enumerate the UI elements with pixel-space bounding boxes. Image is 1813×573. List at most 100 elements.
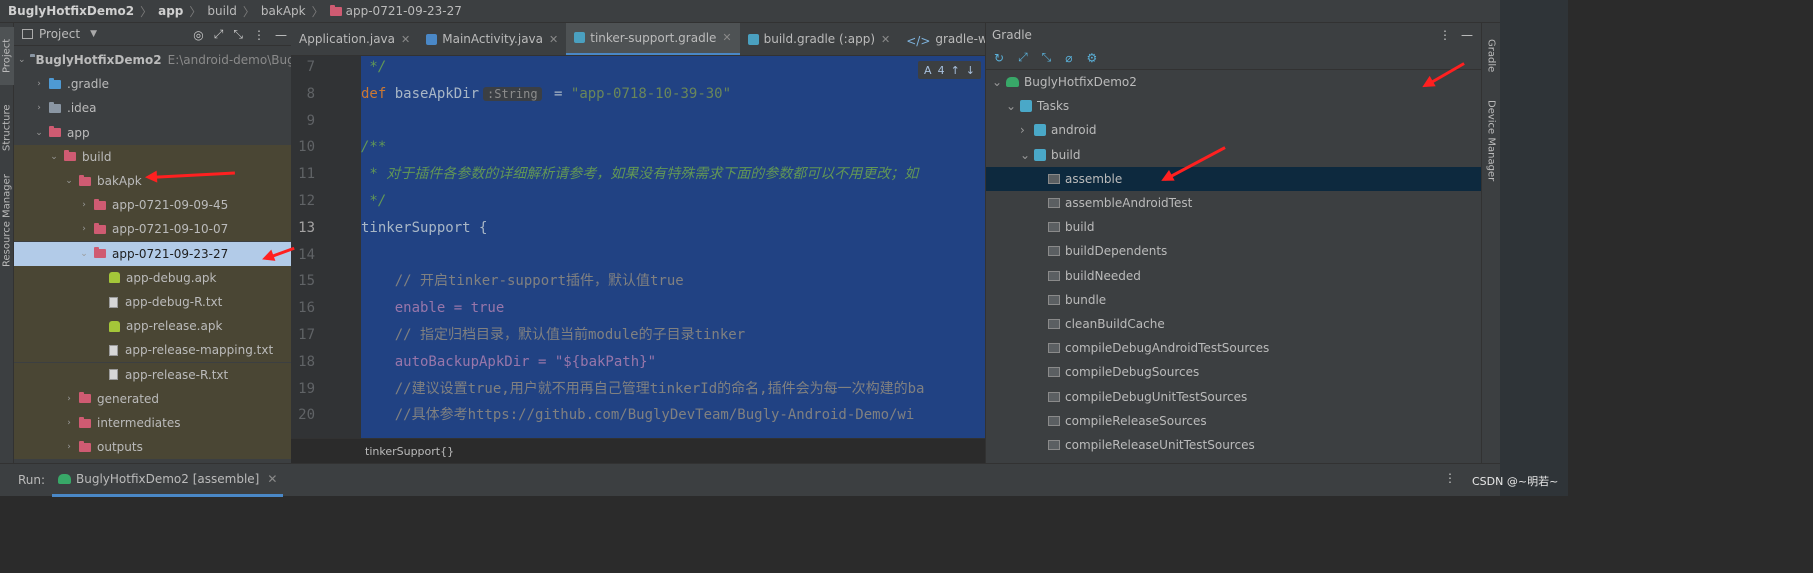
project-tree-row[interactable]: › outputs [14,435,291,460]
project-tree-row[interactable]: app-release.apk [14,314,291,339]
project-tree-row[interactable]: ⌄ app-0721-09-23-27 [14,241,291,266]
tree-item-label: .gradle [67,77,110,92]
gradle-node[interactable]: ⌄ BuglyHotfixDemo2 [986,70,1481,94]
chevron-down-icon[interactable]: ⌄ [18,55,26,65]
project-tree-row[interactable]: ⌄ app [14,121,291,145]
build-settings-icon[interactable]: ⚙ [1087,51,1098,65]
code-text: * 对于插件各参数的详细解析请参考，如果没有特殊需求下面的参数都可以不用更改；如 [361,166,919,183]
project-tree-row[interactable]: › app-0721-09-10-07 [14,217,291,242]
gradle-task[interactable]: buildNeeded [986,264,1481,288]
breadcrumb-build[interactable]: build [207,4,237,18]
code-text: enable = true [361,300,505,317]
close-icon[interactable]: ✕ [549,33,558,46]
chevron-down-icon[interactable]: ⌄ [48,152,60,162]
project-tree-row[interactable]: › .idea [14,96,291,120]
editor-tab[interactable]: </> gradle-wrapper.propertie [898,23,985,55]
reload-gradle-icon[interactable]: ↻ [994,51,1004,65]
project-tree-row[interactable]: app-debug-R.txt [14,290,291,314]
run-tab-label: BuglyHotfixDemo2 [assemble] [76,472,260,486]
chevron-down-icon[interactable]: ⌄ [1006,99,1018,113]
editor-tab[interactable]: MainActivity.java ✕ [418,23,566,55]
close-icon[interactable]: ✕ [881,33,890,46]
tool-tab-device-manager[interactable]: Device Manager [1484,93,1498,189]
gradle-task[interactable]: buildDependents [986,239,1481,263]
close-icon[interactable]: ✕ [722,31,731,44]
project-view-selector[interactable]: Project [39,27,80,41]
breadcrumb-bakapk[interactable]: bakApk [261,4,306,18]
chevron-down-icon[interactable]: ⌄ [78,249,90,259]
gradle-node[interactable]: ⌄ build [986,143,1481,167]
chevron-right-icon[interactable]: › [1020,123,1032,137]
offline-mode-icon[interactable]: ⌀ [1065,51,1072,65]
breadcrumb-separator: 〉 [189,4,202,19]
gradle-task[interactable]: compileReleaseUnitTestSources [986,433,1481,457]
code-area[interactable]: */ def baseApkDir:String = "app-0718-10-3… [361,56,985,438]
gradle-task[interactable]: compileDebugAndroidTestSources [986,336,1481,360]
gradle-task[interactable]: compileDebugUnitTestSources [986,385,1481,409]
gradle-task[interactable]: assemble [986,166,1481,191]
close-icon[interactable]: ✕ [267,472,277,486]
chevron-down-icon[interactable]: ⌄ [1020,148,1032,162]
gradle-node-label: compileDebugAndroidTestSources [1065,341,1270,356]
project-tree-row[interactable]: ⌄ BuglyHotfixDemo2 E:\android-demo\BuglyHo… [14,48,291,72]
chevron-right-icon[interactable]: › [78,200,90,210]
project-view-icon [22,29,33,39]
tool-tab-project[interactable]: Project [0,27,14,85]
chevron-down-icon[interactable]: ⌄ [63,176,75,186]
chevron-down-icon[interactable]: ⌄ [33,128,45,138]
tree-item-label: app-debug.apk [126,270,217,285]
collapse-all-icon[interactable]: ⤡ [233,27,243,42]
collapse-all-icon[interactable]: ⤡ [1042,50,1052,65]
editor-tab[interactable]: tinker-support.gradle ✕ [566,23,740,55]
more-options-icon[interactable]: ⋮ [1439,28,1451,42]
tool-tab-gradle[interactable]: Gradle [1484,31,1498,81]
editor-tab[interactable]: Application.java ✕ [291,23,418,55]
chevron-down-icon[interactable]: ▼ [90,29,97,39]
previous-highlight-icon[interactable]: ↑ [951,64,960,77]
project-tree-row[interactable]: app-release-R.txt [14,362,291,387]
inspection-widget[interactable]: A 4 ↑ ↓ [918,61,981,79]
chevron-right-icon[interactable]: › [63,394,75,404]
gradle-task[interactable]: bundle [986,288,1481,312]
next-highlight-icon[interactable]: ↓ [966,64,975,77]
project-tree-row[interactable]: › .gradle [14,72,291,96]
gradle-node[interactable]: ⌄ Tasks [986,94,1481,118]
expand-all-icon[interactable]: ⤢ [214,27,224,42]
gradle-task[interactable]: build [986,215,1481,239]
chevron-right-icon[interactable]: › [63,418,75,428]
gradle-task[interactable]: cleanBuildCache [986,312,1481,336]
locate-icon[interactable]: ◎ [193,28,203,42]
editor-tab[interactable]: build.gradle (:app) ✕ [740,23,899,55]
project-tree-row[interactable]: › generated [14,386,291,411]
chevron-right-icon[interactable]: › [33,79,45,89]
tool-tab-structure[interactable]: Structure [0,93,14,163]
project-tree-row[interactable]: › app-0721-09-09-45 [14,193,291,218]
minimize-icon[interactable]: — [1461,28,1473,42]
chevron-right-icon[interactable]: › [33,103,45,113]
gradle-node[interactable]: › android [986,118,1481,142]
expand-all-icon[interactable]: ⤢ [1018,50,1028,65]
chevron-right-icon[interactable]: › [78,224,90,234]
close-icon[interactable]: ✕ [401,33,410,46]
more-options-icon[interactable]: ⋮ [1444,471,1456,485]
code-line: * 对于插件各参数的详细解析请参考，如果没有特殊需求下面的参数都可以不用更改；如 [361,161,918,188]
project-tree-row[interactable]: › intermediates [14,411,291,435]
run-tab[interactable]: BuglyHotfixDemo2 [assemble] ✕ [52,464,284,497]
more-options-icon[interactable]: ⋮ [253,28,265,42]
breadcrumb-module[interactable]: app [158,4,183,18]
project-tree-row[interactable]: app-debug.apk [14,265,291,290]
chevron-right-icon[interactable]: › [63,442,75,452]
tool-tab-resource-manager[interactable]: Resource Manager [0,171,14,271]
breadcrumb-current[interactable]: app-0721-09-23-27 [346,4,462,18]
gradle-task[interactable]: assembleAndroidTest [986,191,1481,215]
gradle-task[interactable]: compileDebugSources [986,360,1481,384]
breadcrumb-project[interactable]: BuglyHotfixDemo2 [8,4,134,18]
project-tree-row[interactable]: ⌄ build [14,144,291,169]
chevron-down-icon[interactable]: ⌄ [992,75,1004,89]
gradle-task[interactable]: compileReleaseSources [986,409,1481,433]
gradle-tasks-icon [1034,124,1046,137]
minimize-icon[interactable]: — [275,28,287,42]
gradle-node-label: android [1051,123,1097,138]
project-tree-row[interactable]: app-release-mapping.txt [14,338,291,363]
editor-breadcrumb[interactable]: tinkerSupport{} [291,438,985,463]
